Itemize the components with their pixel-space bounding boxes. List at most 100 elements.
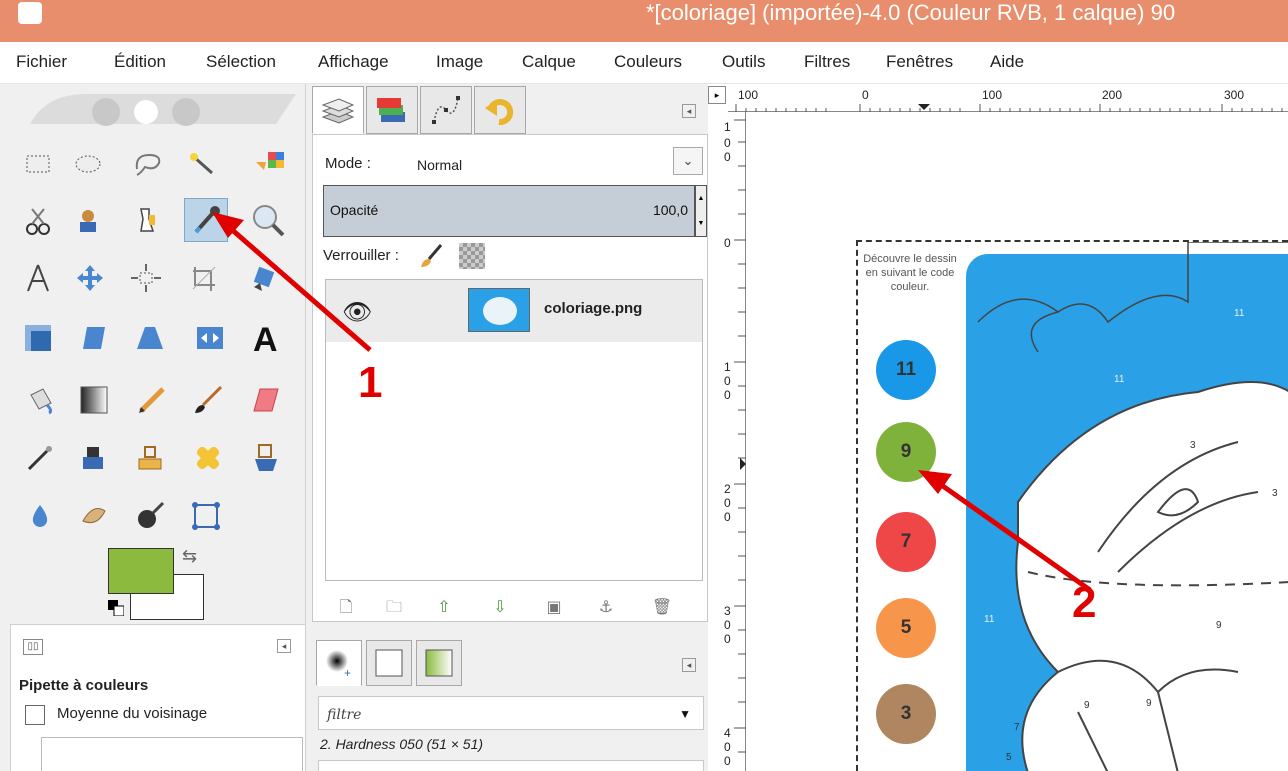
image-boundary[interactable]: Découvre le dessin en suivant le code co… — [856, 240, 1288, 771]
paths-icon[interactable] — [124, 198, 168, 242]
panel-menu-icon[interactable]: ◂ — [277, 639, 291, 653]
mode-dropdown-icon[interactable]: ⌄ — [673, 147, 703, 175]
menu-calque[interactable]: Calque — [522, 52, 576, 72]
move-icon[interactable] — [68, 256, 112, 300]
paintbrush-icon[interactable] — [186, 378, 230, 422]
menu-arrow-icon[interactable]: ▸ — [708, 86, 726, 104]
menu-affichage[interactable]: Affichage — [318, 52, 389, 72]
rect-select-icon[interactable] — [16, 142, 60, 186]
sample-average-checkbox[interactable] — [25, 705, 45, 725]
ink-icon[interactable] — [72, 436, 116, 480]
tool-options-subpanel — [41, 737, 303, 771]
layer-group-icon[interactable]: 🗀 — [383, 597, 405, 619]
region-number: 9 — [1216, 620, 1222, 631]
menu-selection[interactable]: Sélection — [206, 52, 276, 72]
filter-dropdown-icon[interactable]: ▼ — [679, 707, 691, 721]
menu-couleurs[interactable]: Couleurs — [614, 52, 682, 72]
tool-options-title: Pipette à couleurs — [19, 677, 149, 694]
dodge-burn-icon[interactable] — [128, 494, 172, 538]
eye-icon[interactable]: 👁 — [342, 298, 372, 327]
ruler-h-label: 300 — [1224, 88, 1245, 102]
scale-icon[interactable] — [16, 316, 60, 360]
align-icon[interactable] — [124, 256, 168, 300]
brush-dock-menu-icon[interactable]: ◂ — [682, 658, 696, 672]
pencil-icon[interactable] — [130, 378, 174, 422]
menu-fenetres[interactable]: Fenêtres — [886, 52, 953, 72]
duplicate-layer-icon[interactable]: ▣ — [543, 597, 565, 619]
menu-aide[interactable]: Aide — [990, 52, 1024, 72]
scissors-select-icon[interactable] — [16, 198, 60, 242]
delete-layer-icon[interactable]: 🗑 — [651, 597, 673, 619]
default-colors-icon[interactable] — [108, 600, 124, 616]
menu-fichier[interactable]: Fichier — [16, 52, 67, 72]
lock-pixels-icon[interactable] — [419, 243, 445, 269]
tab-brushes[interactable]: + — [316, 640, 362, 686]
menu-edition[interactable]: Édition — [114, 52, 166, 72]
anchor-layer-icon[interactable]: ⚓ — [595, 597, 617, 619]
tab-channels[interactable] — [366, 86, 418, 134]
tool-options-tab-icon[interactable]: ▯▯ — [23, 639, 43, 655]
foreground-color-swatch[interactable] — [108, 548, 174, 594]
opacity-slider[interactable]: Opacité 100,0 — [323, 185, 695, 237]
dock-menu-icon[interactable]: ◂ — [682, 104, 696, 118]
tab-gradients[interactable] — [416, 640, 462, 686]
tab-undo-history[interactable] — [474, 86, 526, 134]
ellipse-select-icon[interactable] — [66, 142, 110, 186]
perspective-clone-icon[interactable] — [244, 436, 288, 480]
color-picker-icon[interactable] — [184, 198, 228, 242]
airbrush-icon[interactable] — [18, 436, 62, 480]
legend-dot-11: 11 — [876, 340, 936, 400]
tab-paths[interactable] — [420, 86, 472, 134]
raise-layer-icon[interactable]: ⇧ — [433, 597, 455, 619]
perspective-icon[interactable] — [128, 316, 172, 360]
window-title: *[coloriage] (importée)-4.0 (Couleur RVB… — [646, 0, 1176, 25]
coloring-image[interactable]: Découvre le dessin en suivant le code co… — [858, 242, 1288, 771]
opacity-spinner[interactable]: ▲ ▼ — [695, 185, 707, 237]
swap-colors-icon[interactable]: ⇆ — [182, 546, 197, 567]
crop-icon[interactable] — [182, 256, 226, 300]
smudge-icon[interactable] — [72, 494, 116, 538]
gimp-app-icon[interactable] — [18, 2, 42, 24]
svg-text:A: A — [253, 321, 278, 355]
measure-icon[interactable] — [16, 256, 60, 300]
menu-image[interactable]: Image — [436, 52, 483, 72]
brush-list[interactable] — [318, 760, 704, 771]
foreground-select-icon[interactable] — [66, 198, 110, 242]
select-by-color-icon[interactable] — [248, 142, 292, 186]
heal-icon[interactable] — [186, 436, 230, 480]
new-layer-icon[interactable]: 🗋 — [335, 597, 357, 619]
tab-patterns[interactable] — [366, 640, 412, 686]
horizontal-ruler[interactable]: 100 0 100 200 300 — [728, 86, 1288, 112]
lasso-icon[interactable] — [126, 142, 170, 186]
blur-icon[interactable] — [18, 494, 62, 538]
lock-alpha-icon[interactable] — [459, 243, 485, 269]
layer-name[interactable]: coloriage.png — [544, 300, 642, 317]
fuzzy-select-icon[interactable] — [180, 142, 224, 186]
region-number: 11 — [984, 614, 995, 625]
layer-list: 👁 coloriage.png — [325, 279, 703, 581]
lower-layer-icon[interactable]: ⇩ — [489, 597, 511, 619]
flip-icon[interactable] — [188, 316, 232, 360]
rotate-icon[interactable] — [244, 256, 288, 300]
legend-dot-7: 7 — [876, 512, 936, 572]
ruler-v-label: 4 — [724, 726, 731, 740]
canvas-area[interactable]: Découvre le dessin en suivant le code co… — [746, 112, 1288, 771]
dock-tabs — [312, 86, 526, 134]
menu-filtres[interactable]: Filtres — [804, 52, 850, 72]
brush-filter-input[interactable]: filtre ▼ — [318, 696, 704, 730]
layer-row[interactable]: 👁 coloriage.png — [326, 280, 702, 342]
text-tool-icon[interactable]: A — [244, 316, 288, 360]
mode-select-value[interactable]: Normal — [417, 157, 462, 173]
menu-outils[interactable]: Outils — [722, 52, 765, 72]
lock-label: Verrouiller : — [323, 247, 399, 264]
region-number: 11 — [1234, 308, 1245, 319]
shear-icon[interactable] — [72, 316, 116, 360]
cage-transform-icon[interactable] — [184, 494, 228, 538]
tab-layers[interactable] — [312, 86, 364, 134]
gradient-icon[interactable] — [72, 378, 116, 422]
zoom-icon[interactable] — [246, 198, 290, 242]
bucket-fill-icon[interactable] — [18, 378, 62, 422]
eraser-icon[interactable] — [244, 378, 288, 422]
vertical-ruler[interactable]: 1 0 0 0 1 0 0 2 0 0 3 0 0 4 0 0 — [708, 112, 746, 771]
clone-icon[interactable] — [128, 436, 172, 480]
